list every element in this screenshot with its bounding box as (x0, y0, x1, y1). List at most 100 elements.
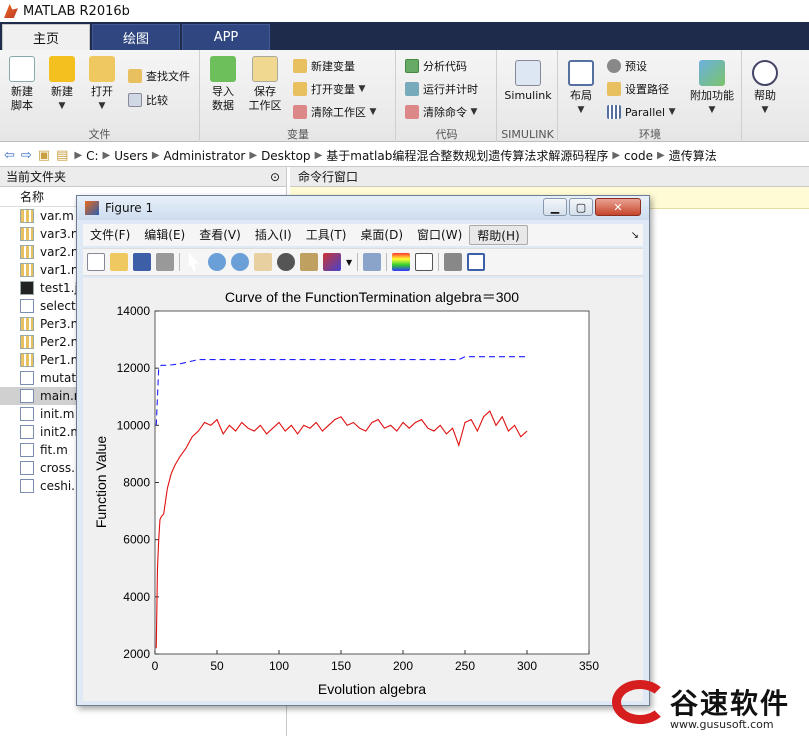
pointer-icon[interactable] (188, 253, 200, 271)
breadcrumb-item[interactable]: code (624, 149, 653, 163)
gususoft-logo-icon (612, 680, 668, 724)
zoom-in-icon[interactable] (208, 253, 226, 271)
ribbon-group-variable: 导入 数据 保存 工作区 新建变量 打开变量 ▼ 清除工作区 ▼ 变量 (201, 50, 396, 142)
menu-edit[interactable]: 编辑(E) (137, 225, 192, 245)
ribbon-group-file: 新建 脚本 新建 ▼ 打开 ▼ 查找文件 比较 文件 (0, 50, 200, 142)
tab-plots[interactable]: 绘图 (92, 24, 180, 50)
ribbon-tabs: 主页 绘图 APP (0, 22, 809, 50)
show-plot-tools-icon[interactable] (467, 253, 486, 271)
toolbar-separator (357, 253, 359, 271)
chart-title: Curve of the FunctionTermination algebra… (225, 289, 519, 305)
link-plot-icon[interactable] (363, 253, 382, 271)
new-button[interactable]: 新建 ▼ (42, 56, 82, 113)
addons-button[interactable]: 附加功能 ▼ (687, 60, 737, 117)
help-button[interactable]: 帮助 ▼ (745, 60, 785, 117)
group-label-simulink: SIMULINK (501, 128, 554, 141)
open-file-icon[interactable] (110, 253, 128, 271)
mat-file-icon (20, 227, 34, 241)
breadcrumb-separator: ▶ (151, 150, 160, 161)
open-variable-icon (293, 82, 307, 96)
new-variable-label: 新建变量 (311, 60, 355, 73)
breadcrumb-item[interactable]: 遗传算法 (669, 147, 717, 164)
close-button[interactable]: ✕ (595, 198, 641, 216)
parallel-button[interactable]: Parallel ▼ (607, 102, 676, 122)
compare-button[interactable]: 比较 (128, 90, 168, 110)
menu-window[interactable]: 窗口(W) (410, 225, 469, 245)
breadcrumb-separator: ▶ (102, 150, 111, 161)
colorbar-icon[interactable] (392, 253, 411, 271)
breadcrumb-item[interactable]: Administrator (164, 149, 246, 163)
matlab-figure-icon (85, 201, 99, 215)
preferences-label: 预设 (625, 60, 647, 73)
preferences-button[interactable]: 预设 (607, 56, 647, 76)
pan-hand-icon[interactable] (254, 253, 272, 271)
simulink-label: Simulink (504, 89, 552, 102)
parallel-label: Parallel (625, 105, 666, 119)
rotate-icon[interactable] (277, 253, 295, 271)
x-tick-label: 200 (393, 659, 413, 673)
menu-desktop[interactable]: 桌面(D) (353, 225, 410, 245)
data-cursor-icon[interactable] (300, 253, 318, 271)
clear-workspace-button[interactable]: 清除工作区 ▼ (293, 102, 376, 122)
compare-icon (128, 93, 142, 107)
panel-menu-icon[interactable]: ⊙ (270, 170, 280, 184)
ribbon-group-environment: 布局 ▼ 预设 设置路径 Parallel ▼ 附加功能 ▼ 环境 (559, 50, 742, 142)
new-variable-button[interactable]: 新建变量 (293, 56, 355, 76)
breadcrumb-item[interactable]: 基于matlab编程混合整数规划遗传算法求解源码程序 (326, 147, 608, 164)
print-icon[interactable] (156, 253, 174, 271)
brush-dropdown-icon[interactable]: ▼ (346, 258, 352, 267)
import-data-button[interactable]: 导入 数据 (203, 56, 243, 113)
clear-workspace-icon (293, 105, 307, 119)
breadcrumb-item[interactable]: Desktop (261, 149, 311, 163)
analyze-code-button[interactable]: 分析代码 (405, 56, 467, 76)
figure-window: Figure 1 ▁ ▢ ✕ 文件(F) 编辑(E) 查看(V) 插入(I) 工… (76, 195, 650, 706)
menu-insert[interactable]: 插入(I) (248, 225, 299, 245)
new-figure-icon[interactable] (87, 253, 105, 271)
tab-apps[interactable]: APP (182, 24, 270, 50)
set-path-button[interactable]: 设置路径 (607, 79, 669, 99)
figure-toolbar: ▼ (83, 248, 643, 276)
x-tick-label: 50 (210, 659, 224, 673)
save-icon[interactable] (133, 253, 151, 271)
find-files-button[interactable]: 查找文件 (128, 66, 190, 86)
y-tick-label: 2000 (123, 647, 150, 661)
clear-commands-button[interactable]: 清除命令 ▼ (405, 102, 477, 122)
hide-plot-tools-icon[interactable] (444, 253, 463, 271)
back-arrow-icon[interactable]: ⇦ (4, 148, 15, 163)
ribbon-toolbar: 新建 脚本 新建 ▼ 打开 ▼ 查找文件 比较 文件 导入 数据 保存 工作区 新建… (0, 50, 809, 142)
zoom-out-icon[interactable] (231, 253, 249, 271)
up-folder-icon[interactable]: ▣ (38, 148, 50, 163)
open-variable-button[interactable]: 打开变量 ▼ (293, 79, 365, 99)
help-question-icon (752, 60, 778, 86)
menu-file[interactable]: 文件(F) (83, 225, 137, 245)
legend-icon[interactable] (415, 253, 434, 271)
current-folder-header: 当前文件夹 ⊙ (0, 167, 286, 187)
save-workspace-button[interactable]: 保存 工作区 (245, 56, 285, 113)
menu-view[interactable]: 查看(V) (192, 225, 248, 245)
menu-tools[interactable]: 工具(T) (299, 225, 354, 245)
maximize-button[interactable]: ▢ (569, 198, 593, 216)
ribbon-group-simulink: Simulink SIMULINK (498, 50, 558, 142)
breadcrumb-item[interactable]: C: (86, 149, 98, 163)
menu-help[interactable]: 帮助(H) (469, 225, 528, 245)
minimize-button[interactable]: ▁ (543, 198, 567, 216)
tab-home[interactable]: 主页 (2, 24, 90, 50)
dock-arrow-icon[interactable]: ↘ (631, 230, 639, 241)
ribbon-group-resources: 帮助 ▼ (743, 50, 809, 142)
open-button[interactable]: 打开 ▼ (82, 56, 122, 113)
compare-label: 比较 (146, 94, 168, 107)
y-tick-label: 4000 (123, 590, 150, 604)
forward-arrow-icon[interactable]: ⇨ (21, 148, 32, 163)
layout-button[interactable]: 布局 ▼ (561, 60, 601, 117)
image-file-icon (20, 281, 34, 295)
simulink-button[interactable]: Simulink (500, 60, 556, 103)
new-script-icon (9, 56, 35, 82)
group-label-code: 代码 (435, 128, 458, 141)
find-folder-icon (128, 69, 142, 83)
breadcrumb-item[interactable]: Users (114, 149, 148, 163)
run-and-time-button[interactable]: 运行并计时 (405, 79, 478, 99)
brush-icon[interactable] (323, 253, 341, 271)
new-script-button[interactable]: 新建 脚本 (2, 56, 42, 113)
address-bar: ⇦ ⇨ ▣ ▤ ▶ C: ▶ Users ▶ Administrator ▶ Desk… (0, 145, 809, 167)
browse-folder-icon[interactable]: ▤ (56, 148, 68, 163)
